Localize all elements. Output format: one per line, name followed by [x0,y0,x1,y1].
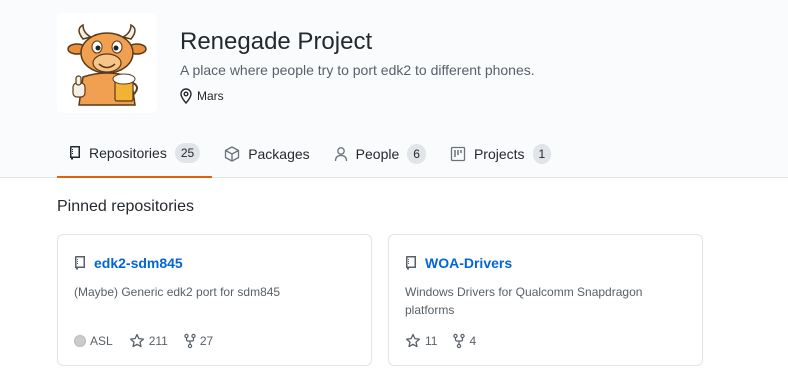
repo-forks-count: 4 [469,334,477,348]
tab-repositories[interactable]: Repositories 25 [57,130,213,178]
repo-description: (Maybe) Generic edk2 port for sdm845 [74,285,281,299]
org-location: Mars [180,88,224,104]
repo-stars[interactable]: 11 [405,333,437,349]
org-location-text: Mars [197,89,224,103]
repo-language: ASL [74,334,113,348]
tab-people-count: 6 [407,144,426,164]
repo-stars-count: 211 [148,334,168,348]
repo-forks[interactable]: 27 [184,333,213,349]
star-icon [129,333,145,349]
org-name: Renegade Project [180,28,373,55]
repo-forks-count: 27 [199,334,214,348]
tab-repositories-count: 25 [174,143,201,163]
pinned-repo-card: WOA-Drivers Windows Drivers for Qualcomm… [388,234,703,366]
repo-meta: 11 4 [405,333,492,349]
package-icon [224,146,240,162]
repo-description: Windows Drivers for Qualcomm Snapdragon … [405,285,643,317]
repo-stars[interactable]: 211 [129,333,168,349]
tab-projects-count: 1 [532,144,552,164]
tab-people-label: People [355,146,400,162]
repo-link-edk2-sdm845[interactable]: edk2-sdm845 [94,255,183,271]
repo-icon [69,145,81,161]
cow-mascot-icon [67,23,147,106]
tab-projects-label: Projects [473,146,525,162]
org-avatar[interactable] [57,13,157,113]
tab-packages-label: Packages [248,146,310,162]
repo-icon [405,255,417,271]
repo-icon [74,255,86,271]
fork-icon [184,333,196,349]
language-color-dot [74,335,86,347]
tab-repositories-label: Repositories [89,145,167,161]
repo-stars-count: 11 [425,334,438,348]
org-header: Renegade Project A place where people tr… [0,0,788,178]
repo-language-label: ASL [90,334,113,348]
fork-icon [453,333,466,349]
project-icon [450,146,466,162]
location-pin-icon [180,88,192,104]
tab-projects[interactable]: Projects 1 [438,130,563,178]
org-nav-tabs: Repositories 25 Packages People 6 Projec… [57,130,563,178]
tab-packages[interactable]: Packages [212,130,321,178]
pinned-repo-card: edk2-sdm845 (Maybe) Generic edk2 port fo… [57,234,372,366]
pinned-repo-header: edk2-sdm845 [74,255,183,271]
org-description: A place where people try to port edk2 to… [180,62,535,78]
tab-people[interactable]: People 6 [322,130,438,178]
repo-forks[interactable]: 4 [453,333,476,349]
pinned-repositories-heading: Pinned repositories [57,198,194,215]
person-icon [334,146,348,162]
repo-link-woa-drivers[interactable]: WOA-Drivers [425,255,512,271]
star-icon [405,333,421,349]
repo-meta: ASL 211 27 [74,333,229,349]
pinned-repo-header: WOA-Drivers [405,255,512,271]
